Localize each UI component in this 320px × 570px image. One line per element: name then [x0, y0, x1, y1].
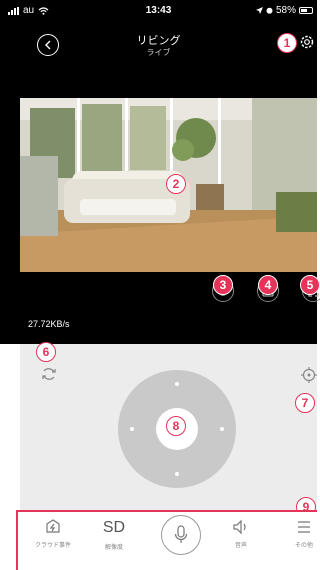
settings-button[interactable] [297, 32, 317, 52]
annotation-badge-1: 1 [277, 33, 297, 53]
battery-percent: 58% [275, 5, 296, 16]
joystick-right[interactable] [220, 427, 224, 431]
menu-icon [298, 521, 310, 533]
tab-more[interactable]: その他 [279, 518, 320, 549]
bottom-toolbar: クラウド事件 SD 解像度 音声 その他 [16, 510, 317, 570]
annotation-badge-4: 4 [258, 275, 278, 295]
annotation-badge-3: 3 [213, 275, 233, 295]
annotation-badge-7: 7 [295, 393, 315, 413]
crosshair-icon[interactable] [300, 366, 318, 384]
location-icon [255, 7, 263, 14]
tab-cloud-events[interactable]: クラウド事件 [28, 518, 78, 549]
tab-label: クラウド事件 [34, 543, 71, 549]
page-title: リビング [136, 35, 181, 47]
tab-resolution[interactable]: SD 解像度 [89, 518, 139, 551]
alarm-icon [266, 7, 273, 14]
cloud-event-icon [46, 519, 60, 533]
switch-camera-icon[interactable] [41, 366, 57, 382]
sd-text: SD [102, 519, 126, 536]
tab-label: 音声 [234, 543, 247, 549]
microphone-icon [174, 525, 188, 543]
data-rate: 27.72KB/s [28, 319, 70, 329]
status-right: 58% [255, 5, 313, 16]
annotation-badge-2: 2 [166, 174, 186, 194]
joystick-down[interactable] [175, 472, 179, 476]
tab-label: その他 [294, 543, 313, 549]
nav-bar: リビング ライブ [0, 28, 317, 62]
annotation-badge-5: 5 [300, 275, 320, 295]
annotation-badge-6: 6 [36, 342, 56, 362]
microphone-button[interactable] [161, 515, 201, 555]
joystick-up[interactable] [175, 382, 179, 386]
battery-icon [299, 7, 313, 14]
speaker-icon [233, 519, 246, 535]
page-subtitle: ライブ [146, 48, 171, 57]
status-bar: au 13:43 58% [0, 0, 317, 20]
annotation-badge-8: 8 [166, 416, 186, 436]
tab-label: 解像度 [104, 545, 123, 551]
joystick-left[interactable] [130, 427, 134, 431]
gear-icon [300, 35, 314, 49]
tab-sound[interactable]: 音声 [216, 518, 266, 549]
